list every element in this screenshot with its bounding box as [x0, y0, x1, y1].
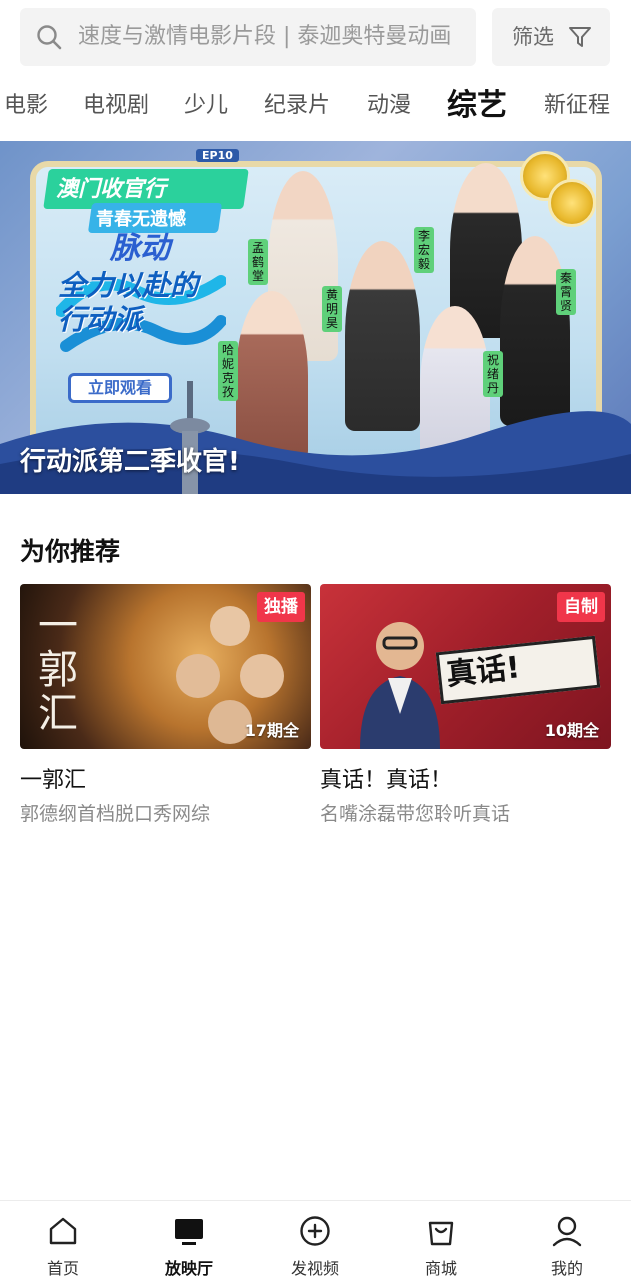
- nav-profile[interactable]: 我的: [504, 1201, 630, 1280]
- recommend-card[interactable]: 真话! 自制 10期全 真话！真话！ 名嘴涂磊带您聆听真话: [320, 584, 611, 825]
- nav-label: 发视频: [290, 1259, 339, 1278]
- filter-label: 筛选: [512, 25, 554, 49]
- card-title[interactable]: 一郭汇: [20, 762, 86, 794]
- banner-caption: 行动派第二季收官!: [20, 447, 240, 477]
- add-circle-icon: [300, 1216, 330, 1246]
- category-tabs: 电影 电视剧 少儿 纪录片 动漫 综艺 新征程: [0, 76, 631, 136]
- host-figure: [360, 622, 440, 749]
- search-placeholder: 速度与激情电影片段 | 泰迦奥特曼动画: [78, 24, 452, 49]
- person-icon: [552, 1216, 582, 1247]
- nav-label: 我的: [550, 1259, 583, 1278]
- filter-button[interactable]: 筛选: [492, 8, 610, 66]
- tab-tv-series[interactable]: 电视剧: [83, 76, 149, 136]
- episode-count: 10期全: [544, 721, 599, 740]
- recommend-card[interactable]: 一郭汇 独播 17期全 一郭汇 郭德纲首档脱口秀网综: [20, 584, 311, 825]
- logo-line1: 澳门收官行: [56, 177, 167, 202]
- search-input[interactable]: 速度与激情电影片段 | 泰迦奥特曼动画: [20, 8, 476, 66]
- home-icon: [49, 1217, 77, 1245]
- card-thumbnail[interactable]: 真话! 自制 10期全: [320, 584, 611, 749]
- nav-theater[interactable]: 放映厅: [126, 1201, 252, 1280]
- nav-label: 首页: [46, 1259, 79, 1278]
- cast-tag: 秦霄贤: [556, 269, 576, 315]
- nav-label: 商城: [424, 1259, 457, 1278]
- tab-new-journey[interactable]: 新征程: [544, 76, 610, 136]
- show-title: 全力以赴的行动派: [58, 269, 199, 336]
- card-title[interactable]: 真话！真话！: [320, 762, 452, 794]
- shopping-bag-icon: [428, 1221, 454, 1246]
- tab-documentary[interactable]: 纪录片: [264, 76, 330, 136]
- tab-kids[interactable]: 少儿: [184, 76, 228, 136]
- original-badge: 自制: [557, 592, 605, 622]
- nav-mall[interactable]: 商城: [378, 1201, 504, 1280]
- cast-tag: 孟鹤堂: [248, 239, 268, 285]
- episode-tag: EP10: [196, 149, 239, 162]
- search-icon: [37, 25, 62, 50]
- card-thumbnail[interactable]: 一郭汇 独播 17期全: [20, 584, 311, 749]
- tab-anime[interactable]: 动漫: [367, 76, 411, 136]
- search-row: 速度与激情电影片段 | 泰迦奥特曼动画 筛选: [20, 8, 610, 66]
- cast-tag: 黄明昊: [322, 286, 342, 332]
- nav-home[interactable]: 首页: [0, 1201, 126, 1280]
- bottom-navigation: 首页 放映厅 发视频 商城 我的: [0, 1200, 631, 1280]
- filter-icon: [569, 27, 591, 47]
- poster-title: 一郭汇: [38, 603, 78, 737]
- tab-movie[interactable]: 电影: [4, 76, 48, 136]
- card-description: 郭德纲首档脱口秀网综: [20, 803, 211, 825]
- nav-label: 放映厅: [164, 1259, 213, 1278]
- exclusive-badge: 独播: [257, 592, 305, 622]
- episode-count: 17期全: [244, 721, 299, 740]
- section-title: 为你推荐: [20, 537, 121, 566]
- tab-variety[interactable]: 综艺: [447, 76, 507, 136]
- tv-icon: [175, 1219, 203, 1245]
- coin-decoration: [548, 179, 596, 227]
- featured-banner[interactable]: EP10 澳门收官行 青春无遗憾 脉动 全力以赴的行动派 立即观看 孟鹤堂 李宏…: [0, 141, 631, 494]
- nav-post-video[interactable]: 发视频: [252, 1201, 378, 1280]
- poster-title: 真话!: [444, 650, 522, 693]
- card-description: 名嘴涂磊带您聆听真话: [320, 803, 511, 825]
- cast-tag: 李宏毅: [414, 227, 434, 273]
